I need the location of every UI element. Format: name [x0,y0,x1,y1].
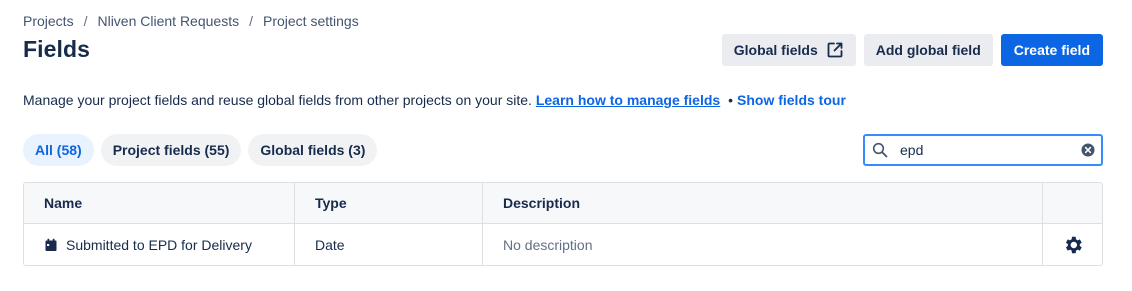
column-header-name[interactable]: Name [24,183,295,223]
page-title: Fields [23,36,91,62]
breadcrumb-separator: / [83,13,88,29]
global-fields-label: Global fields [733,42,818,58]
field-actions-cell [1043,224,1102,265]
column-header-type[interactable]: Type [295,183,483,223]
field-name-cell: Submitted to EPD for Delivery [24,224,295,265]
field-description-cell: No description [483,224,1043,265]
clear-search-icon[interactable] [1081,143,1095,157]
table-header-row: Name Type Description [24,183,1102,224]
field-type-cell: Date [295,224,483,265]
description-text: Manage your project fields and reuse glo… [23,92,532,108]
filter-project-fields[interactable]: Project fields (55) [100,134,242,166]
column-header-actions [1043,183,1102,223]
fields-table: Name Type Description Submitted to EPD f… [23,182,1103,266]
filter-all[interactable]: All (58) [23,134,94,166]
page-description: Manage your project fields and reuse glo… [23,92,846,108]
header-actions: Global fields Add global field Create fi… [721,34,1103,66]
search-icon [872,142,888,158]
breadcrumb-project-settings[interactable]: Project settings [263,13,359,29]
field-name[interactable]: Submitted to EPD for Delivery [66,237,252,253]
breadcrumb-projects[interactable]: Projects [23,13,74,29]
global-fields-button[interactable]: Global fields [721,34,856,66]
external-link-icon [827,42,843,58]
field-filter-group: All (58) Project fields (55) Global fiel… [23,134,378,166]
calendar-icon [45,238,57,251]
column-header-description: Description [483,183,1043,223]
breadcrumb-separator: / [249,13,253,29]
learn-manage-fields-link[interactable]: Learn how to manage fields [536,92,720,108]
breadcrumb: Projects / Nliven Client Requests / Proj… [23,13,359,29]
show-fields-tour-link[interactable]: Show fields tour [737,92,846,108]
search-input[interactable] [900,142,1081,158]
search-box [863,134,1103,166]
table-row: Submitted to EPD for Delivery Date No de… [24,224,1102,265]
bullet-separator: • [728,92,733,108]
add-global-field-button[interactable]: Add global field [863,34,993,66]
gear-icon[interactable] [1062,234,1084,256]
breadcrumb-project[interactable]: Nliven Client Requests [97,13,239,29]
create-field-button[interactable]: Create field [1000,34,1103,66]
filter-global-fields[interactable]: Global fields (3) [248,134,378,166]
